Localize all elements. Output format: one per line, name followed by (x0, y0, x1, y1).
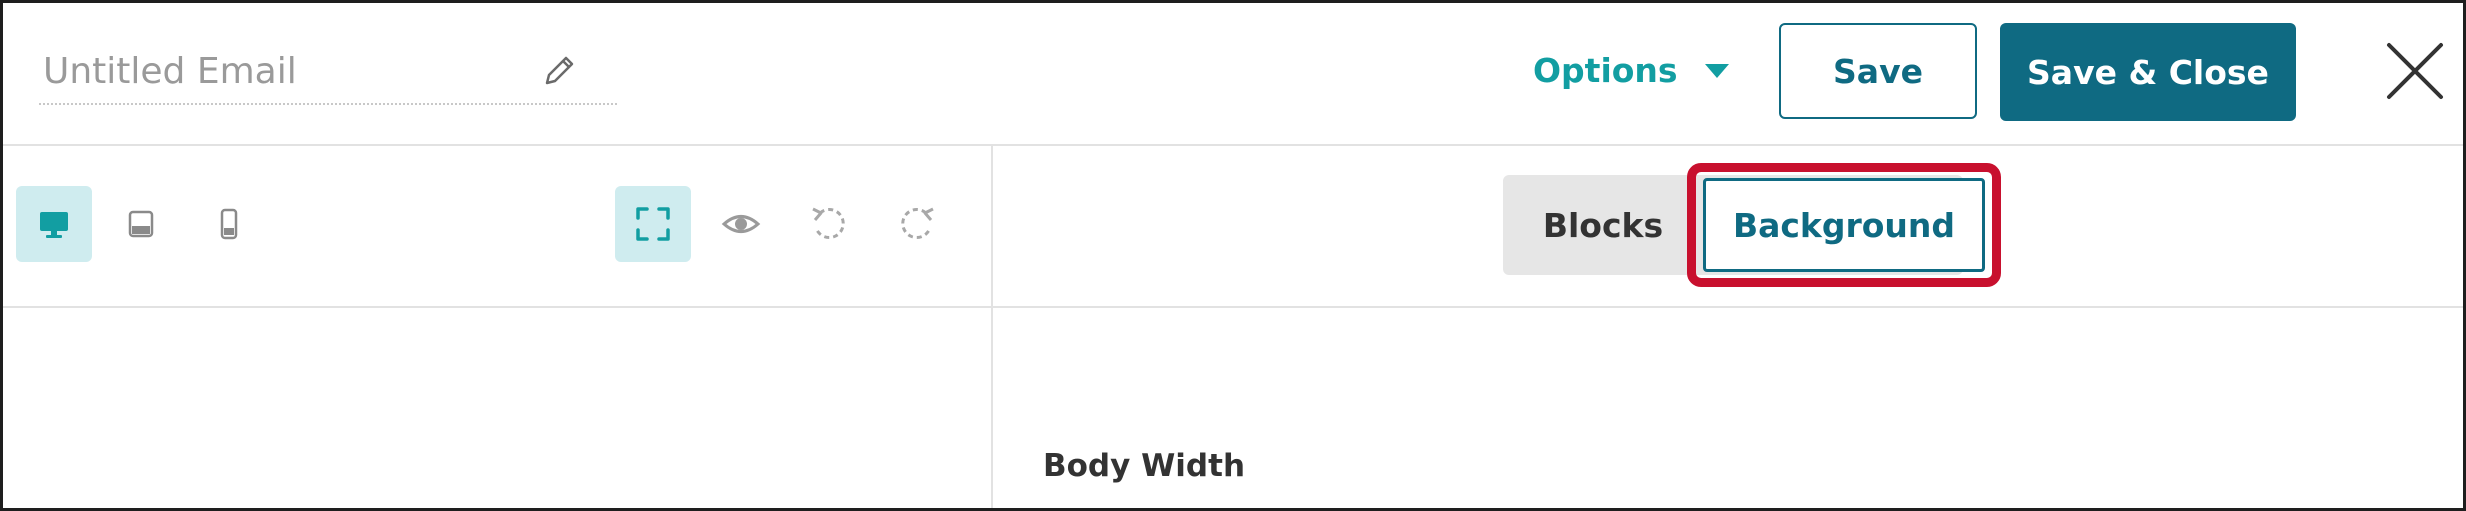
email-editor-window: Untitled Email Options Save Save & Close (0, 0, 2466, 511)
panel-tabs-bar: Blocks Background (993, 146, 2463, 308)
tablet-view-button[interactable] (103, 186, 179, 262)
save-button-label: Save (1833, 51, 1923, 91)
tablet-icon (128, 210, 154, 238)
options-dropdown[interactable]: Options (1533, 51, 1730, 90)
pencil-icon[interactable] (539, 51, 579, 91)
canvas-panel (3, 146, 993, 508)
fullscreen-button[interactable] (615, 186, 691, 262)
undo-button[interactable] (791, 186, 867, 262)
preview-button[interactable] (703, 186, 779, 262)
mobile-icon (220, 208, 238, 240)
save-button[interactable]: Save (1779, 23, 1977, 119)
editor-header: Untitled Email Options Save Save & Close (3, 3, 2463, 146)
email-title: Untitled Email (43, 51, 297, 92)
undo-icon (812, 207, 845, 239)
redo-button[interactable] (879, 186, 955, 262)
redo-icon (901, 207, 934, 239)
caret-down-icon (1704, 63, 1729, 78)
mobile-view-button[interactable] (191, 186, 267, 262)
close-icon[interactable] (2385, 41, 2445, 101)
save-and-close-label: Save & Close (2027, 52, 2269, 92)
fullscreen-icon (636, 207, 670, 241)
desktop-icon (40, 212, 68, 238)
email-title-field[interactable]: Untitled Email (39, 39, 617, 105)
view-toolbar (3, 146, 991, 308)
save-and-close-button[interactable]: Save & Close (2000, 23, 2296, 121)
body-width-label: Body Width (1043, 448, 1246, 484)
settings-panel: Blocks Background Body Width (993, 146, 2463, 508)
options-label: Options (1533, 51, 1678, 90)
tab-blocks[interactable]: Blocks (1503, 175, 1703, 275)
preview-eye-icon (721, 215, 761, 233)
desktop-view-button[interactable] (16, 186, 92, 262)
tab-background[interactable]: Background (1703, 178, 1985, 272)
